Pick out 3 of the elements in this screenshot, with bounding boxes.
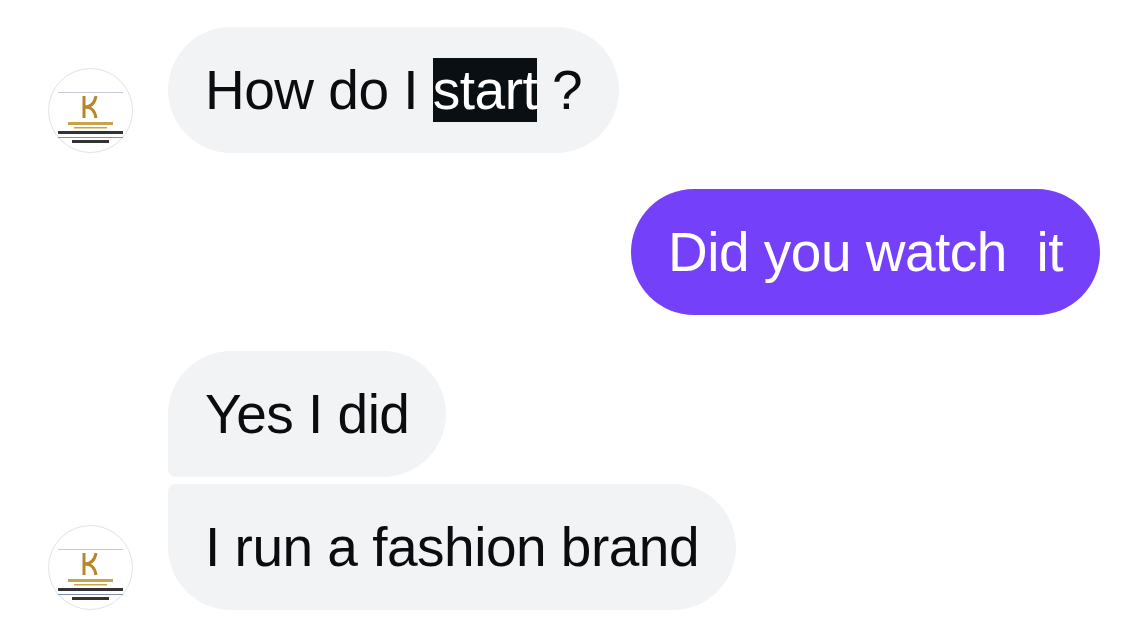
received-message: Yes I did (168, 351, 447, 477)
sent-message: Did you watch it (631, 189, 1100, 315)
received-message: I run a fashion brand (168, 484, 736, 610)
